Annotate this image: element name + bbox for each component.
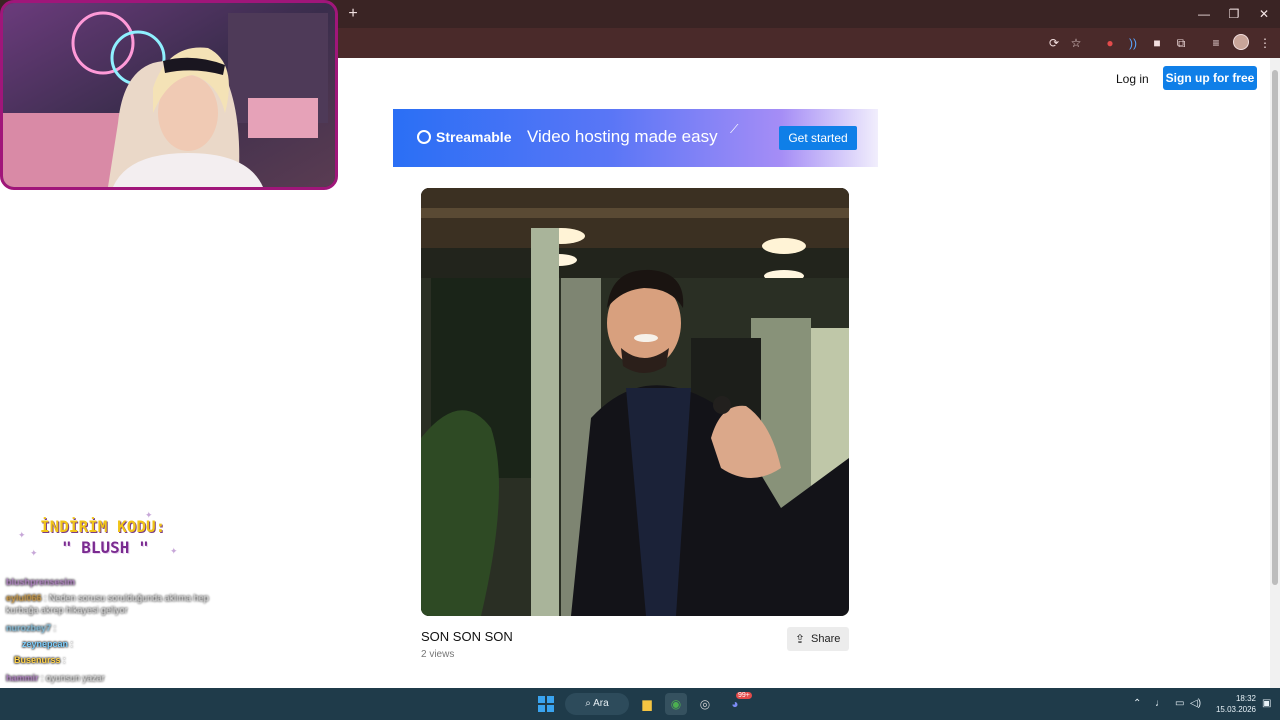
extensions-puzzle-icon[interactable]: ⧉ [1171, 33, 1191, 53]
webcam-frame [3, 3, 335, 187]
restore-button[interactable]: ❐ [1219, 4, 1249, 24]
chrome-icon[interactable]: ◉ [665, 693, 687, 715]
promo-line1: İNDİRİM KODU: [40, 517, 166, 536]
extension-red-icon[interactable]: ● [1100, 33, 1120, 53]
chat-line: blushprensesim [6, 577, 76, 587]
obs-icon[interactable]: ◎ [694, 693, 716, 715]
streamable-logo-icon [417, 130, 431, 144]
share-label: Share [811, 633, 841, 645]
chat-line: nurozbey7 : [6, 623, 57, 633]
new-tab-button[interactable]: + [344, 5, 362, 23]
clock-date: 15.03.2026 [1215, 705, 1256, 714]
promo-line2: " BLUSH " [62, 538, 149, 557]
banner-brand: Streamable [436, 129, 512, 145]
video-title: SON SON SON [421, 629, 513, 644]
chat-line: hammir : oyunsun yazar [6, 673, 105, 683]
extension-blue-icon[interactable]: )) [1123, 33, 1143, 53]
star-icon[interactable]: ☆ [1066, 33, 1086, 53]
share-icon: ⇪ [795, 632, 806, 646]
sparkle-icon: ✦ [30, 548, 38, 558]
streamer-webcam [0, 0, 338, 190]
taskbar-search[interactable]: ⌕ Ara [565, 693, 629, 715]
banner-tagline: Video hosting made easy [527, 127, 718, 146]
system-clock[interactable]: 18:32 15.03.2026 [1208, 693, 1256, 715]
signup-button[interactable]: Sign up for free [1163, 66, 1257, 90]
scrollbar-thumb[interactable] [1272, 70, 1278, 585]
menu-icon[interactable]: ⋮ [1255, 33, 1275, 53]
chat-line: zeynepcan : [22, 639, 74, 649]
volume-icon[interactable]: ◁) [1190, 698, 1201, 709]
chat-line: kurbağa akrep hikayesi geliyor [6, 605, 128, 615]
login-link[interactable]: Log in [1116, 70, 1149, 88]
get-started-button[interactable]: Get started [779, 126, 857, 150]
clock-time: 18:32 [1235, 694, 1256, 703]
sparkle-icon: ✦ [170, 546, 178, 556]
notification-icon[interactable]: ▣ [1262, 698, 1271, 709]
chat-line: eylul066 : Neden sorusu sorulduğunda akl… [6, 593, 209, 603]
sparkle-icon: ✦ [18, 530, 26, 540]
sparkle-icon: ⟋ [730, 122, 739, 136]
start-button[interactable] [538, 696, 554, 712]
video-player[interactable] [421, 188, 849, 616]
video-views: 2 views [421, 649, 455, 660]
video-frame [421, 188, 849, 616]
extension-dark-icon[interactable]: ■ [1147, 33, 1167, 53]
minimize-button[interactable]: — [1189, 4, 1219, 24]
share-button[interactable]: ⇪ Share [787, 627, 849, 651]
close-window-button[interactable]: ✕ [1249, 4, 1279, 24]
chevron-up-icon[interactable]: ⌃ [1133, 698, 1141, 709]
translate-icon[interactable]: ⟳ [1044, 33, 1064, 53]
chat-line: Busenurss : [14, 655, 66, 665]
media-control-icon[interactable]: ≡ [1206, 33, 1226, 53]
network-icon[interactable]: ▭ [1175, 698, 1184, 709]
discord-badge: 99+ [736, 692, 752, 699]
profile-avatar[interactable] [1233, 34, 1249, 50]
microphone-icon[interactable]: ♩ [1155, 698, 1165, 709]
file-explorer-icon[interactable]: ▆ [636, 693, 658, 715]
